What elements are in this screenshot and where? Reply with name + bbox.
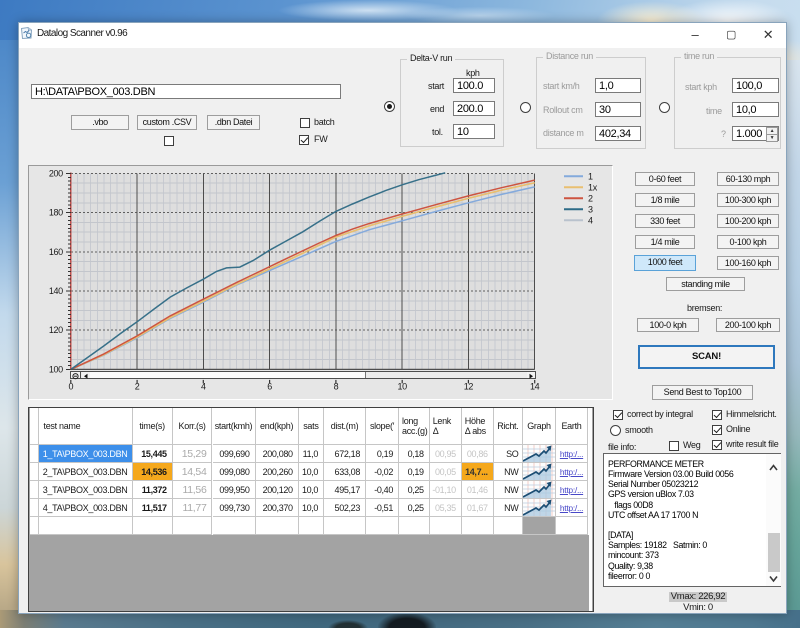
svg-text:4: 4 bbox=[588, 215, 593, 225]
svg-text:4: 4 bbox=[201, 381, 206, 391]
svg-text:0: 0 bbox=[68, 381, 73, 391]
svg-text:3: 3 bbox=[588, 204, 593, 214]
svg-text:160: 160 bbox=[49, 247, 63, 257]
svg-text:100: 100 bbox=[49, 364, 63, 374]
svg-text:12: 12 bbox=[464, 381, 474, 391]
svg-text:8: 8 bbox=[334, 381, 339, 391]
svg-text:120: 120 bbox=[49, 325, 63, 335]
svg-text:1x: 1x bbox=[588, 182, 598, 192]
svg-text:14: 14 bbox=[530, 381, 540, 391]
svg-text:200: 200 bbox=[49, 168, 63, 178]
svg-text:180: 180 bbox=[49, 208, 63, 218]
svg-text:6: 6 bbox=[267, 381, 272, 391]
svg-text:2: 2 bbox=[135, 381, 140, 391]
svg-text:2: 2 bbox=[588, 193, 593, 203]
svg-text:140: 140 bbox=[49, 286, 63, 296]
svg-text:1: 1 bbox=[588, 171, 593, 181]
svg-text:10: 10 bbox=[398, 381, 408, 391]
